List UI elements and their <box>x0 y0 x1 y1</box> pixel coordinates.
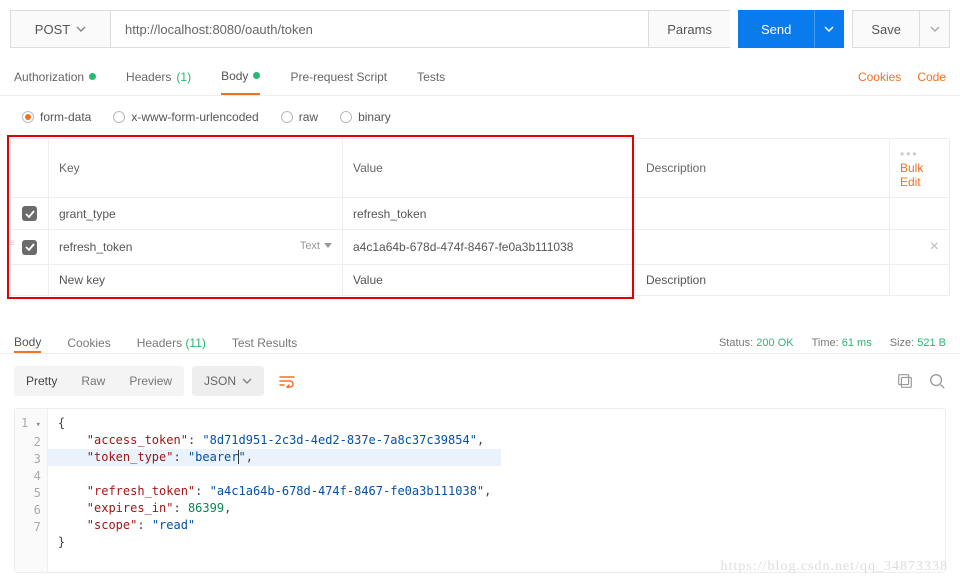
bodytype-raw[interactable]: raw <box>281 110 318 124</box>
caret-down-icon <box>324 243 332 249</box>
tab-tests[interactable]: Tests <box>417 58 445 95</box>
save-dropdown-button[interactable] <box>920 10 950 48</box>
size-value: 521 B <box>917 337 946 349</box>
bulk-edit-link[interactable]: Bulk Edit <box>900 161 923 189</box>
new-key-input[interactable]: New key <box>49 265 343 296</box>
resp-tab-cookies[interactable]: Cookies <box>67 332 110 353</box>
tab-headers-count: (1) <box>176 70 191 84</box>
cell-description[interactable] <box>636 230 890 265</box>
response-body-text: { "access_token": "8d71d951-2c3d-4ed2-83… <box>48 409 502 572</box>
new-description-input[interactable]: Description <box>636 265 890 296</box>
row-checkbox[interactable] <box>22 206 37 221</box>
code-link[interactable]: Code <box>917 70 946 84</box>
bodytype-form-data[interactable]: form-data <box>22 110 91 124</box>
table-row: grant_type refresh_token <box>11 198 950 230</box>
delete-row-button[interactable]: × <box>930 238 939 255</box>
view-raw[interactable]: Raw <box>69 374 117 388</box>
http-method-label: POST <box>35 22 70 37</box>
request-url-input[interactable] <box>110 10 649 48</box>
radio-icon <box>113 111 125 123</box>
search-icon[interactable] <box>928 372 946 390</box>
type-dropdown[interactable]: Text <box>300 240 332 252</box>
watermark: https://blog.csdn.net/qq_34873338 <box>721 559 948 575</box>
cell-description[interactable] <box>636 198 890 230</box>
formdata-table: Key Value Description ••• Bulk Edit gran… <box>10 138 950 296</box>
table-header-row: Key Value Description ••• Bulk Edit <box>11 139 950 198</box>
cell-key[interactable]: grant_type <box>49 198 343 230</box>
row-checkbox[interactable] <box>22 240 37 255</box>
tab-body-label: Body <box>221 69 248 83</box>
view-pretty[interactable]: Pretty <box>14 374 69 388</box>
tab-authorization-label: Authorization <box>14 70 84 84</box>
chevron-down-icon <box>930 24 940 34</box>
more-icon[interactable]: ••• <box>900 147 919 161</box>
col-description-header: Description <box>636 139 890 198</box>
cell-value[interactable]: a4c1a64b-678d-474f-8467-fe0a3b111038 <box>343 230 636 265</box>
drag-handle-icon[interactable]: ≡ <box>9 239 15 249</box>
wrap-lines-button[interactable] <box>272 366 302 396</box>
tab-headers-label: Headers <box>126 70 171 84</box>
response-body-editor[interactable]: 1 ▾234567 { "access_token": "8d71d951-2c… <box>14 408 946 573</box>
send-button[interactable]: Send <box>738 10 814 48</box>
send-dropdown-button[interactable] <box>814 10 844 48</box>
resp-tab-body[interactable]: Body <box>14 332 41 353</box>
chevron-down-icon <box>242 377 252 385</box>
chevron-down-icon <box>824 24 834 34</box>
cell-key[interactable]: refresh_token Text <box>49 230 343 265</box>
radio-icon <box>281 111 293 123</box>
col-key-header: Key <box>49 139 343 198</box>
params-button[interactable]: Params <box>648 10 730 48</box>
copy-icon[interactable] <box>896 372 914 390</box>
resp-headers-count: (11) <box>185 336 205 350</box>
status-value: 200 OK <box>756 337 793 349</box>
col-value-header: Value <box>343 139 636 198</box>
radio-icon <box>340 111 352 123</box>
tab-prerequest[interactable]: Pre-request Script <box>290 58 387 95</box>
bodytype-binary[interactable]: binary <box>340 110 391 124</box>
time-value: 61 ms <box>842 337 872 349</box>
tab-headers[interactable]: Headers (1) <box>126 58 191 95</box>
table-row: ≡ refresh_token Text a4c1a64b-678d-474f-… <box>11 230 950 265</box>
resp-tab-tests[interactable]: Test Results <box>232 332 297 353</box>
response-meta: Status: 200 OK Time: 61 ms Size: 521 B <box>719 337 946 349</box>
view-preview[interactable]: Preview <box>117 374 184 388</box>
http-method-select[interactable]: POST <box>10 10 110 48</box>
bodytype-xwww[interactable]: x-www-form-urlencoded <box>113 110 258 124</box>
chevron-down-icon <box>76 24 86 34</box>
new-value-input[interactable]: Value <box>343 265 636 296</box>
radio-icon <box>22 111 34 123</box>
line-gutter: 1 ▾234567 <box>15 409 48 572</box>
cookies-link[interactable]: Cookies <box>858 70 901 84</box>
tab-body[interactable]: Body <box>221 58 260 95</box>
tab-authorization[interactable]: Authorization <box>14 58 96 95</box>
table-row-new: New key Value Description <box>11 265 950 296</box>
language-select[interactable]: JSON <box>192 366 264 396</box>
status-dot-icon <box>89 73 96 80</box>
save-button[interactable]: Save <box>852 10 920 48</box>
status-dot-icon <box>253 72 260 79</box>
view-mode-segment: Pretty Raw Preview <box>14 366 184 396</box>
cell-value[interactable]: refresh_token <box>343 198 636 230</box>
resp-tab-headers[interactable]: Headers (11) <box>137 332 206 353</box>
